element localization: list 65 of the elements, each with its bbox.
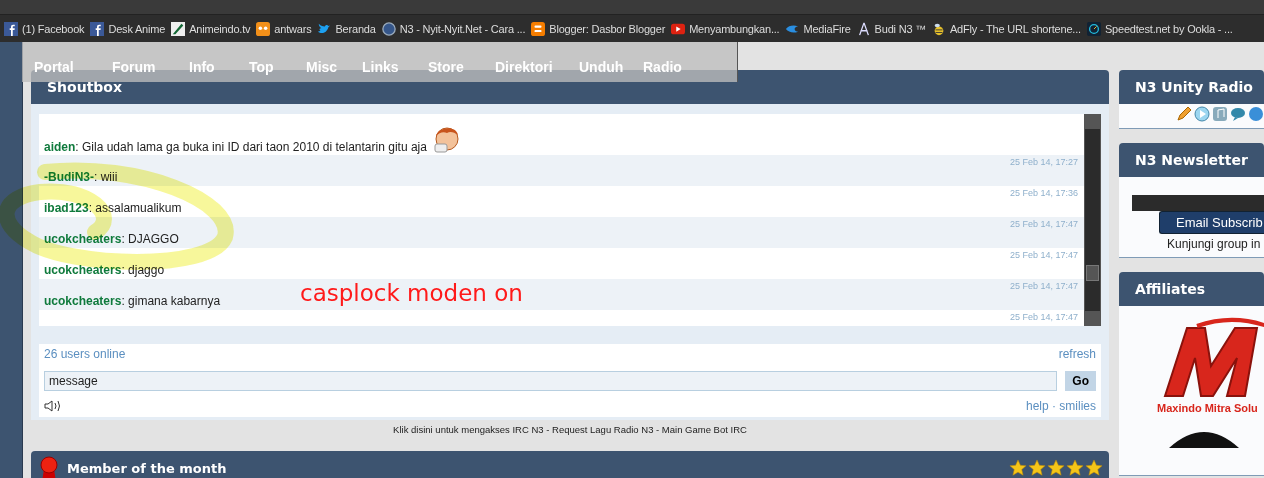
bookmark-icon bbox=[856, 21, 871, 36]
bookmark-icon bbox=[171, 21, 186, 36]
bookmark-icon bbox=[317, 21, 332, 36]
chat-message: ucokcheaters: djaggo bbox=[44, 263, 165, 277]
scrollbar[interactable] bbox=[1084, 114, 1101, 326]
subscribe-button[interactable]: Email Subscrib bbox=[1159, 211, 1264, 234]
bookmark-icon bbox=[4, 21, 18, 36]
bookmark-link[interactable]: N3 - Nyit-Nyit.Net - Cara ... bbox=[381, 21, 526, 36]
chat-message: aiden: Gila udah lama ga buka ini ID dari taon 2010 di telantarin gitu aja bbox=[44, 140, 427, 154]
play-icon[interactable] bbox=[1194, 106, 1210, 122]
separator: · bbox=[1052, 399, 1056, 413]
chat-message: ibad123: assalamualikum bbox=[44, 201, 182, 215]
refresh-link[interactable]: refresh bbox=[1058, 347, 1096, 361]
bookmark-icon bbox=[932, 21, 946, 36]
bookmark-link[interactable]: MediaFire bbox=[785, 21, 851, 36]
star-icon bbox=[1085, 459, 1103, 477]
star-icon bbox=[1009, 459, 1027, 477]
chat-message: ucokcheaters: DJAGGO bbox=[44, 232, 179, 246]
message-time: 25 Feb 14, 17:47 bbox=[1009, 281, 1078, 293]
bookmark-icon bbox=[381, 21, 396, 36]
bookmark-link[interactable]: antwars bbox=[256, 21, 312, 36]
bookmark-icon bbox=[1086, 21, 1101, 36]
message-time: 25 Feb 14, 17:47 bbox=[1009, 250, 1078, 262]
bookmark-link[interactable]: Blogger: Dasbor Blogger bbox=[531, 21, 666, 36]
email-field[interactable] bbox=[1132, 195, 1264, 211]
bookmark-link[interactable]: Budi N3 ™ bbox=[856, 21, 926, 36]
help-link[interactable]: help bbox=[1025, 399, 1049, 413]
panel-title: N3 Unity Radio bbox=[1119, 70, 1264, 104]
ribbon-icon bbox=[39, 455, 59, 478]
badge-drawing bbox=[1169, 430, 1239, 448]
footer-link[interactable]: Klik disini untuk mengakses IRC N3 - Request Lagu Radio N3 - Main Game Bot IRC bbox=[31, 420, 1109, 436]
star-icon bbox=[1047, 459, 1065, 477]
go-button[interactable]: Go bbox=[1065, 371, 1096, 391]
panel-title: Affiliates bbox=[1119, 272, 1264, 306]
panel-title: N3 Newsletter bbox=[1119, 143, 1264, 177]
chat-icon[interactable] bbox=[1230, 106, 1246, 122]
message-time: 25 Feb 14, 17:27 bbox=[1009, 157, 1078, 169]
message-field[interactable]: message bbox=[44, 371, 1058, 391]
bookmark-link[interactable]: Desk Anime bbox=[90, 21, 166, 36]
bookmark-link[interactable]: Beranda bbox=[317, 21, 376, 36]
bookmark-link[interactable]: Menyambungkan... bbox=[671, 21, 780, 36]
affiliate-name: Maxindo Mitra Solu bbox=[1157, 402, 1259, 414]
bookmark-icon bbox=[256, 21, 271, 36]
panel-title: Member of the month bbox=[67, 461, 228, 476]
bookmark-icon bbox=[531, 21, 546, 36]
bookmark-icon bbox=[671, 21, 686, 36]
star-icon bbox=[1028, 459, 1046, 477]
speaker-icon[interactable] bbox=[44, 400, 62, 412]
chat-message: ucokcheaters: gimana kabarnya bbox=[44, 294, 221, 308]
group-note: Kunjungi group in bbox=[1167, 237, 1262, 251]
annotation-text: casplock moden on bbox=[300, 280, 523, 306]
chat-message: -BudiN3-: wiii bbox=[44, 170, 118, 184]
message-time: 25 Feb 14, 17:47 bbox=[1009, 312, 1078, 324]
globe-icon[interactable] bbox=[1248, 106, 1264, 122]
smilies-link[interactable]: smilies bbox=[1059, 399, 1096, 413]
online-count: 26 users online bbox=[44, 347, 126, 361]
pencil-icon[interactable] bbox=[1176, 106, 1192, 122]
bookmark-link[interactable]: AdFly - The URL shortene... bbox=[932, 21, 1081, 36]
bookmark-icon bbox=[90, 21, 105, 36]
message-time: 25 Feb 14, 17:36 bbox=[1009, 188, 1078, 200]
message-time: 25 Feb 14, 17:47 bbox=[1009, 219, 1078, 231]
star-icon bbox=[1066, 459, 1084, 477]
bookmark-link[interactable]: Speedtest.net by Ookla - ... bbox=[1086, 21, 1233, 36]
bookmark-link[interactable]: Animeindo.tv bbox=[171, 21, 251, 36]
bookmark-link[interactable]: (1) Facebook bbox=[4, 21, 85, 36]
